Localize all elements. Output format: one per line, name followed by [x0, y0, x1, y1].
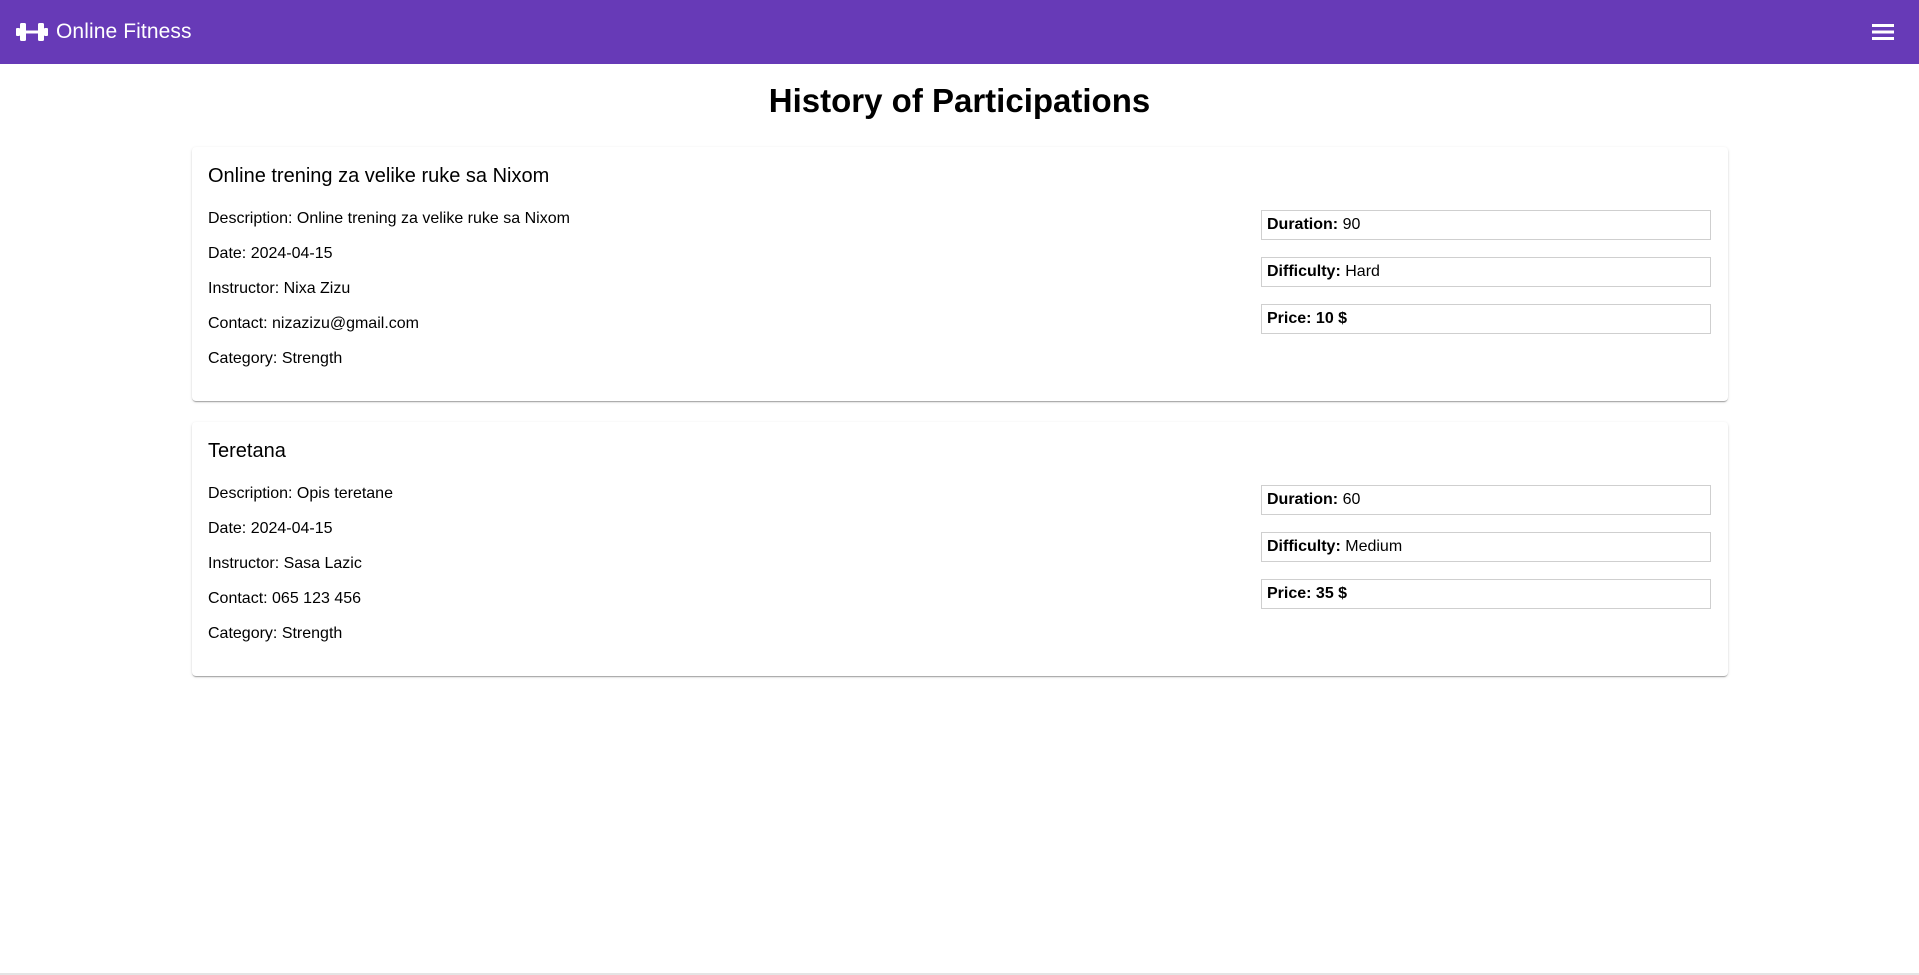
class-instructor: Instructor: Sasa Lazic [208, 555, 362, 572]
participation-card: Online trening za velike ruke sa Nixom D… [192, 147, 1728, 401]
difficulty-label: Difficulty: [1267, 263, 1341, 280]
class-title: Online trening za velike ruke sa Nixom [208, 165, 550, 187]
duration-box: Duration: 90 [1261, 210, 1711, 240]
price-box: Price: 35 $ [1261, 579, 1711, 609]
duration-value: 90 [1342, 216, 1361, 233]
app-title: Online Fitness [56, 20, 192, 43]
class-contact: Contact: 065 123 456 [208, 590, 362, 607]
duration-label: Duration: [1267, 491, 1339, 508]
top-toolbar: Online Fitness [0, 0, 1919, 64]
duration-label: Duration: [1267, 216, 1339, 233]
participation-card: Teretana Description: Opis teretane Date… [192, 422, 1728, 676]
duration-box: Duration: 60 [1261, 485, 1711, 515]
class-instructor: Instructor: Nixa Zizu [208, 280, 351, 297]
hamburger-menu-icon[interactable] [1869, 18, 1897, 46]
class-contact: Contact: nizazizu@gmail.com [208, 315, 419, 332]
page-title: History of Participations [768, 82, 1151, 119]
class-category: Category: Strength [208, 350, 343, 367]
difficulty-value: Hard [1345, 263, 1380, 280]
class-title: Teretana [208, 440, 286, 462]
class-category: Category: Strength [208, 625, 343, 642]
class-date: Date: 2024-04-15 [208, 520, 333, 537]
difficulty-label: Difficulty: [1267, 538, 1341, 555]
class-date: Date: 2024-04-15 [208, 245, 333, 262]
price-box: Price: 10 $ [1261, 304, 1711, 334]
difficulty-value: Medium [1345, 538, 1403, 555]
difficulty-box: Difficulty: Medium [1261, 532, 1711, 562]
dumbbell-icon [16, 20, 48, 44]
duration-value: 60 [1342, 491, 1361, 508]
class-description: Description: Opis teretane [208, 485, 393, 502]
brand-link[interactable]: Online Fitness [16, 20, 192, 44]
price-text: Price: 35 $ [1267, 585, 1348, 602]
class-description: Description: Online trening za velike ru… [208, 210, 570, 227]
difficulty-box: Difficulty: Hard [1261, 257, 1711, 287]
price-text: Price: 10 $ [1267, 310, 1348, 327]
